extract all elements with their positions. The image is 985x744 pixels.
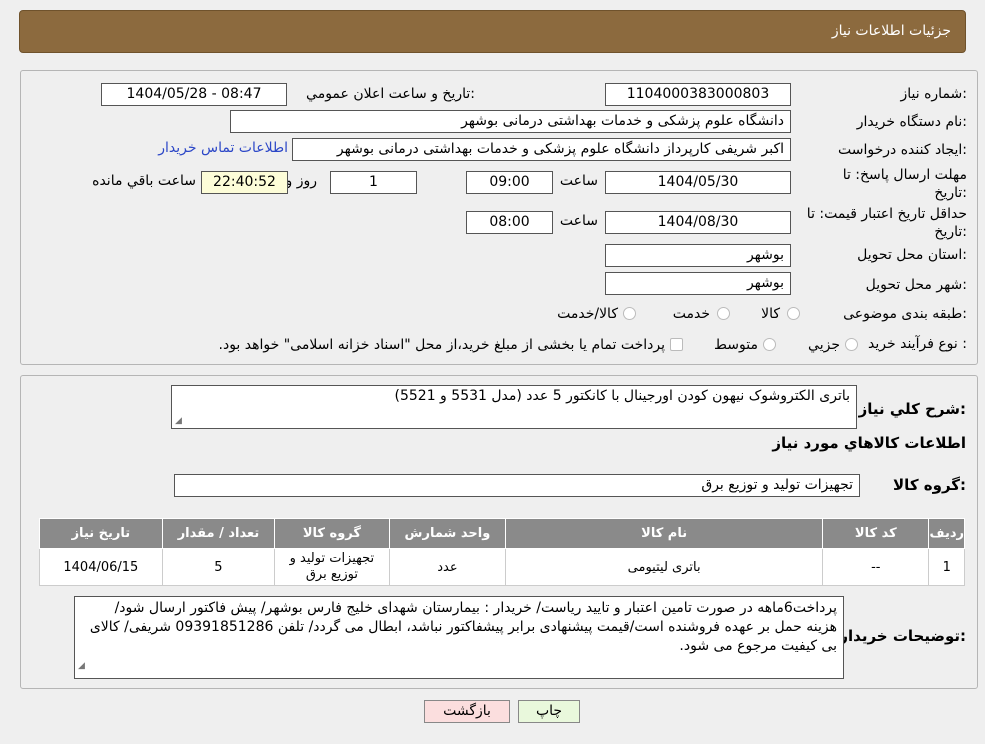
print-button[interactable]: چاپ [518, 700, 580, 723]
cell-qty: 5 [161, 548, 276, 586]
need-number-label: شماره نیاز: [900, 86, 967, 102]
col-qty-header: تعداد / مقدار [161, 518, 276, 549]
cell-group: تجهیزات تولید و توزیع برق [274, 548, 390, 586]
creator-field: اکبر شریفی کارپرداز دانشگاه علوم پزشکی و… [292, 138, 791, 161]
buyer-notes-field: پرداخت6ماهه در صورت تامین اعتبار و تایید… [74, 596, 844, 679]
cell-name: باتری لیتیومی [505, 548, 824, 586]
goods-info-title: اطلاعات کالاهاي مورد نیاز [772, 434, 966, 452]
summary-text: باتری الکتروشوک نیهون کودن اورجینال با ک… [394, 388, 851, 404]
col-code-header: کد کالا [822, 518, 930, 549]
validity-time-label: ساعت [559, 213, 598, 229]
process-partial-label: جزیي [808, 337, 840, 353]
goods-group-label: گروه کالا: [893, 476, 966, 494]
remaining-time-field: 22:40:52 [201, 171, 288, 194]
cell-date: 1404/06/15 [39, 548, 163, 586]
col-unit-header: واحد شمارش [388, 518, 507, 549]
back-button[interactable]: بازگشت [424, 700, 510, 723]
buyer-org-field: دانشگاه علوم پزشکی و خدمات بهداشتی درمان… [230, 110, 791, 133]
city-field: بوشهر [605, 272, 791, 295]
resize-grip-icon[interactable]: ◢ [175, 416, 182, 426]
col-date-header: تاریخ نیاز [39, 518, 163, 549]
category-goods-service-label: کالا/خدمت [557, 306, 618, 322]
remaining-label: ساعت باقي مانده [92, 173, 196, 189]
col-row-header: ردیف [928, 518, 965, 549]
category-goods-label: کالا [761, 306, 780, 322]
payment-note: پرداخت تمام یا بخشی از مبلغ خرید،از محل … [218, 337, 665, 353]
category-service-radio[interactable] [717, 307, 730, 320]
summary-field: باتری الکتروشوک نیهون کودن اورجینال با ک… [171, 385, 857, 429]
deadline-time-field: 09:00 [466, 171, 553, 194]
announce-label: تاریخ و ساعت اعلان عمومي: [306, 86, 475, 102]
items-table: ردیف کد کالا نام کالا واحد شمارش گروه کا… [39, 518, 965, 586]
category-service-label: خدمت [672, 306, 710, 322]
process-medium-label: متوسط [714, 337, 758, 353]
payment-note-checkbox[interactable] [670, 338, 683, 351]
cell-code: -- [822, 548, 930, 586]
days-label: روز و [285, 173, 318, 189]
validity-time-field: 08:00 [466, 211, 553, 234]
goods-group-field: تجهیزات تولید و توزیع برق [174, 474, 860, 497]
items-table-wrapper: ردیف کد کالا نام کالا واحد شمارش گروه کا… [39, 518, 965, 586]
need-number-field: 1104000383000803 [605, 83, 791, 106]
category-label: طبقه بندی موضوعی: [843, 306, 967, 322]
col-name-header: نام کالا [505, 518, 824, 549]
process-partial-radio[interactable] [845, 338, 858, 351]
cell-row: 1 [928, 548, 965, 586]
process-medium-radio[interactable] [763, 338, 776, 351]
page-header: جزئیات اطلاعات نیاز [19, 10, 966, 53]
resize-grip-icon[interactable]: ◢ [78, 657, 85, 676]
deadline-label-2: تاریخ: [934, 185, 967, 201]
city-label: شهر محل تحویل: [865, 277, 967, 293]
validity-label-2: تاریخ: [934, 224, 967, 240]
cell-unit: عدد [388, 548, 507, 586]
buyer-notes-label: توضیحات خریدار: [839, 627, 966, 645]
page-title: جزئیات اطلاعات نیاز [831, 23, 951, 39]
summary-label: شرح کلي نیاز: [858, 400, 966, 418]
province-field: بوشهر [605, 244, 791, 267]
buyer-contact-link[interactable]: اطلاعات تماس خریدار [158, 140, 288, 156]
deadline-time-label: ساعت [559, 173, 598, 189]
creator-label: ایجاد کننده درخواست: [838, 142, 967, 158]
province-label: استان محل تحویل: [857, 247, 967, 263]
process-label: نوع فرآیند خرید : [868, 336, 967, 352]
deadline-label: مهلت ارسال پاسخ: تا [842, 167, 967, 183]
buyer-org-label: نام دستگاه خریدار: [856, 114, 967, 130]
days-field: 1 [330, 171, 417, 194]
validity-label: حداقل تاریخ اعتبار قیمت: تا [806, 206, 967, 222]
category-goods-service-radio[interactable] [623, 307, 636, 320]
validity-date-field: 1404/08/30 [605, 211, 791, 234]
buyer-notes-text: پرداخت6ماهه در صورت تامین اعتبار و تایید… [89, 600, 837, 654]
announce-field: 1404/05/28 - 08:47 [101, 83, 287, 106]
table-header-row: ردیف کد کالا نام کالا واحد شمارش گروه کا… [39, 518, 965, 549]
table-row: 1 -- باتری لیتیومی عدد تجهیزات تولید و ت… [39, 548, 965, 586]
col-group-header: گروه کالا [274, 518, 390, 549]
deadline-date-field: 1404/05/30 [605, 171, 791, 194]
category-goods-radio[interactable] [787, 307, 800, 320]
